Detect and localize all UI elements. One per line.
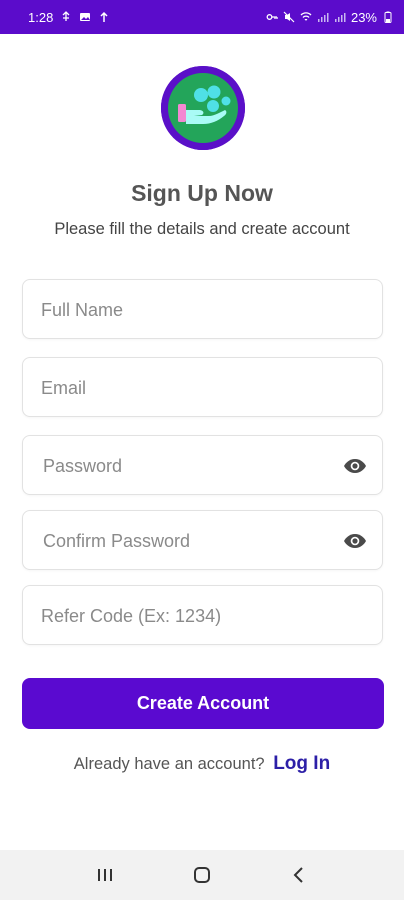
refer-code-input[interactable]: [39, 586, 343, 646]
eye-icon: [344, 459, 366, 473]
wifi-icon: [300, 11, 312, 23]
password-input[interactable]: [41, 436, 345, 496]
confirm-password-input[interactable]: [41, 511, 345, 571]
system-navigation-bar: [0, 850, 404, 900]
battery-percent: 23%: [350, 9, 377, 25]
key-icon: [266, 11, 278, 23]
image-notification-icon: [79, 11, 91, 23]
confirm-password-visibility-toggle[interactable]: [342, 528, 368, 554]
status-left: 1:28: [28, 10, 110, 25]
recent-apps-icon: [97, 869, 112, 881]
email-input[interactable]: [39, 358, 343, 418]
email-field[interactable]: [22, 357, 383, 418]
status-time: 1:28: [28, 9, 54, 25]
login-prompt-text: Already have an account?: [73, 755, 265, 773]
login-link[interactable]: Log In: [273, 753, 330, 774]
refer-code-field[interactable]: [22, 585, 383, 646]
home-button[interactable]: [187, 860, 217, 890]
hand-coins-icon: [161, 66, 245, 150]
back-button[interactable]: [284, 860, 314, 890]
full-name-input[interactable]: [39, 280, 343, 340]
status-right: 23%: [266, 10, 394, 25]
password-visibility-toggle[interactable]: [342, 453, 368, 479]
status-bar: 1:28 23%: [0, 0, 404, 34]
confirm-password-field[interactable]: [22, 510, 383, 571]
create-account-button[interactable]: Create Account: [22, 678, 384, 729]
eye-icon: [344, 534, 366, 548]
signal-icon: [317, 11, 329, 23]
home-icon: [193, 867, 210, 883]
page-subtitle: Please fill the details and create accou…: [54, 220, 350, 238]
recent-apps-button[interactable]: [90, 860, 120, 890]
back-icon: [293, 867, 304, 883]
battery-icon: [382, 11, 394, 23]
page-title: Sign Up Now: [131, 180, 273, 206]
mute-icon: [283, 11, 295, 23]
usb-icon: [60, 11, 72, 23]
upload-arrow-icon: [98, 11, 110, 23]
login-prompt-row: Already have an account? Log In: [0, 753, 404, 775]
full-name-field[interactable]: [22, 279, 383, 340]
app-logo: [161, 66, 245, 150]
password-field[interactable]: [22, 435, 383, 496]
signal-icon-2: [334, 11, 346, 23]
